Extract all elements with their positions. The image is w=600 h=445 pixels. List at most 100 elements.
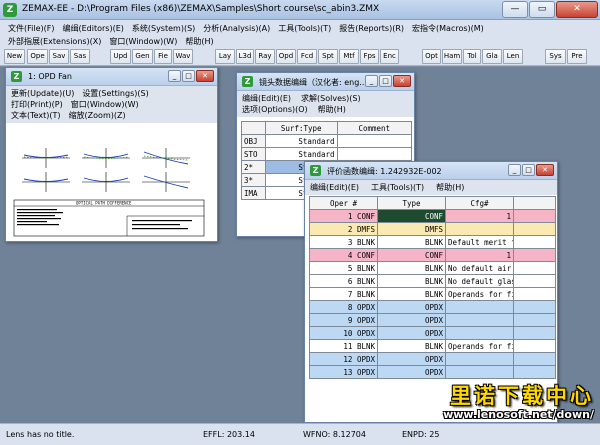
merit-function-editor-window[interactable]: Z 评价函数编缉: 1.242932E-002 _ □ ✕ 编缉(Edit)(E… — [304, 161, 558, 423]
merit-operand-type[interactable]: BLNK — [377, 274, 446, 288]
lens-table-row[interactable]: OBJ Standard — [241, 134, 413, 148]
toolbar-button-opd[interactable]: Opd — [276, 49, 296, 64]
merit-operand-type[interactable]: CONF — [377, 209, 446, 223]
merit-operand-type[interactable]: OPDX — [377, 326, 446, 340]
close-button[interactable]: ✕ — [556, 1, 598, 18]
opd-fan-titlebar[interactable]: Z 1: OPD Fan _ □ ✕ — [6, 68, 217, 86]
merit-extra-cell[interactable] — [513, 209, 556, 223]
merit-extra-cell[interactable] — [513, 313, 556, 327]
merit-table-row[interactable]: 1 CONF CONF 1 — [309, 209, 556, 223]
merit-cfg-cell[interactable]: No default air thick — [445, 261, 514, 275]
merit-close-button[interactable]: ✕ — [536, 164, 554, 176]
merit-table-row[interactable]: 3 BLNKBLNKDefault merit functi — [309, 235, 556, 249]
merit-table-row[interactable]: 4 CONF CONF 1 — [309, 248, 556, 262]
toolbar-button-mtf[interactable]: Mtf — [339, 49, 359, 64]
merit-extra-cell[interactable] — [513, 352, 556, 366]
merit-table-row[interactable]: 8 OPDX OPDX — [309, 300, 556, 314]
lens-menu-solves[interactable]: 求解(Solves)(S) — [301, 93, 361, 104]
toolbar-button-wav[interactable]: Wav — [173, 49, 193, 64]
merit-operand-type[interactable]: CONF — [377, 248, 446, 262]
opd-menu-settings[interactable]: 设置(Settings)(S) — [82, 88, 148, 99]
opd-close-button[interactable]: ✕ — [196, 70, 214, 82]
merit-operand-type[interactable]: BLNK — [377, 339, 446, 353]
merit-extra-cell[interactable] — [513, 235, 556, 249]
opd-menu-print[interactable]: 打印(Print)(P) — [11, 99, 63, 110]
merit-extra-cell[interactable] — [513, 326, 556, 340]
merit-operand-type[interactable]: DMFS — [377, 222, 446, 236]
menu-item-3[interactable]: 分析(Analysis)(A) — [203, 23, 270, 34]
toolbar-button-ope[interactable]: Ope — [27, 49, 48, 64]
toolbar-button-gla[interactable]: Gla — [482, 49, 502, 64]
maximize-button[interactable]: ▭ — [529, 1, 555, 18]
menu-item-ext-2[interactable]: 帮助(H) — [185, 36, 213, 47]
merit-extra-cell[interactable] — [513, 365, 556, 379]
merit-table-row[interactable]: 13 OPDX OPDX — [309, 365, 556, 379]
toolbar-button-upd[interactable]: Upd — [110, 49, 131, 64]
merit-extra-cell[interactable] — [513, 222, 556, 236]
merit-table-row[interactable]: 6 BLNKBLNKNo default glass thi — [309, 274, 556, 288]
lens-surface-comment[interactable] — [336, 134, 413, 148]
toolbar-button-pre[interactable]: Pre — [567, 49, 587, 64]
toolbar-button-ham[interactable]: Ham — [442, 49, 462, 64]
toolbar-button-opt[interactable]: Opt — [422, 49, 441, 64]
menu-item-2[interactable]: 系统(System)(S) — [132, 23, 195, 34]
merit-cfg-cell[interactable]: Operands for field 2 — [445, 339, 514, 353]
merit-cfg-cell[interactable] — [445, 365, 514, 379]
merit-operand-type[interactable]: OPDX — [377, 352, 446, 366]
merit-extra-cell[interactable] — [513, 339, 556, 353]
minimize-button[interactable]: — — [502, 1, 528, 18]
merit-operand-type[interactable]: BLNK — [377, 261, 446, 275]
merit-cfg-cell[interactable]: No default glass thi — [445, 274, 514, 288]
opd-fan-window[interactable]: Z 1: OPD Fan _ □ ✕ 更新(Update)(U) 设置(Sett… — [5, 67, 218, 242]
merit-minimize-button[interactable]: _ — [508, 164, 521, 176]
merit-table-row[interactable]: 7 BLNKBLNKOperands for field 1 — [309, 287, 556, 301]
merit-operand-type[interactable]: BLNK — [377, 235, 446, 249]
toolbar-button-l3d[interactable]: L3d — [236, 49, 254, 64]
menu-item-6[interactable]: 宏指令(Macros)(M) — [412, 23, 484, 34]
merit-operand-type[interactable]: BLNK — [377, 287, 446, 301]
merit-table-row[interactable]: 9 OPDX OPDX — [309, 313, 556, 327]
merit-cfg-cell[interactable]: 1 — [445, 209, 514, 223]
toolbar-button-sav[interactable]: Sav — [49, 49, 69, 64]
opd-menu-window[interactable]: 窗口(Window)(W) — [71, 99, 139, 110]
merit-table-row[interactable]: 11 BLNKBLNKOperands for field 2 — [309, 339, 556, 353]
lens-editor-titlebar[interactable]: Z 镜头数据编缉（汉化者: eng... _ □ ✕ — [237, 73, 414, 91]
opd-menu-zoom[interactable]: 缩放(Zoom)(Z) — [69, 110, 126, 121]
merit-maximize-button[interactable]: □ — [522, 164, 535, 176]
toolbar-button-sys[interactable]: Sys — [545, 49, 566, 64]
toolbar-button-new[interactable]: New — [4, 49, 25, 64]
menu-item-5[interactable]: 报告(Reports)(R) — [339, 23, 404, 34]
menu-item-0[interactable]: 文件(File)(F) — [8, 23, 54, 34]
menu-item-ext-1[interactable]: 窗口(Window)(W) — [109, 36, 177, 47]
lens-minimize-button[interactable]: _ — [365, 75, 378, 87]
merit-extra-cell[interactable] — [513, 287, 556, 301]
merit-cfg-cell[interactable] — [445, 313, 514, 327]
menu-item-ext-0[interactable]: 外部指展(Extensions)(X) — [8, 36, 101, 47]
merit-table-row[interactable]: 5 BLNKBLNKNo default air thick — [309, 261, 556, 275]
lens-maximize-button[interactable]: □ — [379, 75, 392, 87]
merit-menu-help[interactable]: 帮助(H) — [436, 182, 464, 193]
lens-menu-edit[interactable]: 编缉(Edit)(E) — [242, 93, 291, 104]
toolbar-button-spt[interactable]: Spt — [318, 49, 338, 64]
merit-operand-type[interactable]: OPDX — [377, 313, 446, 327]
toolbar-button-len[interactable]: Len — [503, 49, 523, 64]
opd-minimize-button[interactable]: _ — [168, 70, 181, 82]
merit-table-row[interactable]: 2 DMFS DMFS — [309, 222, 556, 236]
merit-menu-tools[interactable]: 工具(Tools)(T) — [371, 182, 424, 193]
merit-editor-titlebar[interactable]: Z 评价函数编缉: 1.242932E-002 _ □ ✕ — [305, 162, 557, 180]
toolbar-button-fps[interactable]: Fps — [360, 49, 379, 64]
merit-cfg-cell[interactable] — [445, 352, 514, 366]
toolbar-button-sas[interactable]: Sas — [70, 49, 90, 64]
lens-close-button[interactable]: ✕ — [393, 75, 411, 87]
merit-menu-edit[interactable]: 编缉(Edit)(E) — [310, 182, 359, 193]
opd-menu-text[interactable]: 文本(Text)(T) — [11, 110, 61, 121]
merit-extra-cell[interactable] — [513, 248, 556, 262]
toolbar-button-ray[interactable]: Ray — [255, 49, 275, 64]
merit-cfg-cell[interactable]: Operands for field 1 — [445, 287, 514, 301]
opd-maximize-button[interactable]: □ — [182, 70, 195, 82]
merit-table-row[interactable]: 10 OPDX OPDX — [309, 326, 556, 340]
toolbar-button-fcd[interactable]: Fcd — [297, 49, 317, 64]
merit-extra-cell[interactable] — [513, 261, 556, 275]
lens-table-row[interactable]: STO Standard — [241, 147, 413, 161]
lens-menu-help[interactable]: 帮助(H) — [318, 104, 346, 115]
